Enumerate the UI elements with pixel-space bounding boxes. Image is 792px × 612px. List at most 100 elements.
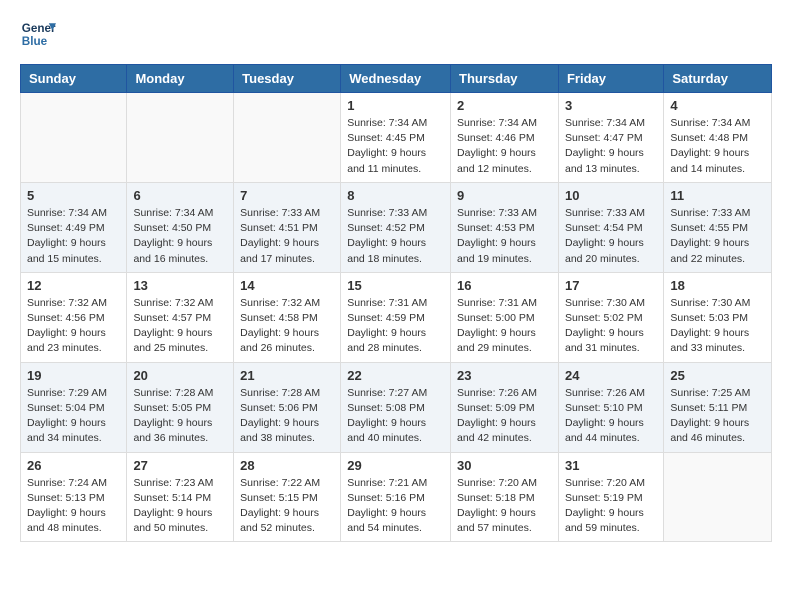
header: General Blue — [20, 16, 772, 52]
day-info: Sunrise: 7:23 AMSunset: 5:14 PMDaylight:… — [133, 476, 227, 537]
day-info: Sunrise: 7:25 AMSunset: 5:11 PMDaylight:… — [670, 386, 765, 447]
day-number: 21 — [240, 368, 334, 383]
calendar-cell: 7Sunrise: 7:33 AMSunset: 4:51 PMDaylight… — [234, 182, 341, 272]
weekday-header-tuesday: Tuesday — [234, 65, 341, 93]
calendar-cell: 3 Sunrise: 7:34 AMSunset: 4:47 PMDaylight… — [558, 93, 663, 183]
day-number: 1 — [347, 98, 444, 113]
day-number: 19 — [27, 368, 120, 383]
weekday-header-saturday: Saturday — [664, 65, 772, 93]
day-info: Sunrise: 7:31 AMSunset: 5:00 PMDaylight:… — [457, 296, 552, 357]
day-number: 3 — [565, 98, 657, 113]
day-number: 4 — [670, 98, 765, 113]
day-info: Sunrise: 7:24 AMSunset: 5:13 PMDaylight:… — [27, 476, 120, 537]
day-info: Sunrise: 7:34 AMSunset: 4:45 PMDaylight:… — [347, 116, 444, 177]
weekday-header-wednesday: Wednesday — [341, 65, 451, 93]
weekday-header-monday: Monday — [127, 65, 234, 93]
day-number: 10 — [565, 188, 657, 203]
calendar-cell: 5Sunrise: 7:34 AMSunset: 4:49 PMDaylight… — [21, 182, 127, 272]
day-number: 6 — [133, 188, 227, 203]
calendar-cell — [234, 93, 341, 183]
day-info: Sunrise: 7:33 AMSunset: 4:55 PMDaylight:… — [670, 206, 765, 267]
calendar-cell — [127, 93, 234, 183]
logo-icon: General Blue — [20, 16, 56, 52]
calendar-cell: 30Sunrise: 7:20 AMSunset: 5:18 PMDayligh… — [451, 452, 559, 542]
week-row-5: 26 Sunrise: 7:24 AMSunset: 5:13 PMDayligh… — [21, 452, 772, 542]
calendar-cell: 22 Sunrise: 7:27 AMSunset: 5:08 PMDayligh… — [341, 362, 451, 452]
week-row-3: 12Sunrise: 7:32 AMSunset: 4:56 PMDayligh… — [21, 272, 772, 362]
logo: General Blue — [20, 16, 60, 52]
day-info: Sunrise: 7:26 AMSunset: 5:09 PMDaylight:… — [457, 386, 552, 447]
day-info: Sunrise: 7:34 AMSunset: 4:47 PMDaylight:… — [565, 116, 657, 177]
day-number: 26 — [27, 458, 120, 473]
day-info: Sunrise: 7:27 AMSunset: 5:08 PMDaylight:… — [347, 386, 444, 447]
day-number: 29 — [347, 458, 444, 473]
calendar-cell: 25 Sunrise: 7:25 AMSunset: 5:11 PMDayligh… — [664, 362, 772, 452]
day-number: 22 — [347, 368, 444, 383]
calendar-cell — [664, 452, 772, 542]
calendar: SundayMondayTuesdayWednesdayThursdayFrid… — [20, 64, 772, 542]
day-info: Sunrise: 7:32 AMSunset: 4:56 PMDaylight:… — [27, 296, 120, 357]
day-info: Sunrise: 7:22 AMSunset: 5:15 PMDaylight:… — [240, 476, 334, 537]
calendar-cell: 12Sunrise: 7:32 AMSunset: 4:56 PMDayligh… — [21, 272, 127, 362]
day-info: Sunrise: 7:33 AMSunset: 4:53 PMDaylight:… — [457, 206, 552, 267]
calendar-cell: 8Sunrise: 7:33 AMSunset: 4:52 PMDaylight… — [341, 182, 451, 272]
svg-text:Blue: Blue — [22, 35, 48, 48]
day-number: 20 — [133, 368, 227, 383]
day-number: 17 — [565, 278, 657, 293]
calendar-cell: 13Sunrise: 7:32 AMSunset: 4:57 PMDayligh… — [127, 272, 234, 362]
day-number: 5 — [27, 188, 120, 203]
weekday-header-friday: Friday — [558, 65, 663, 93]
day-info: Sunrise: 7:28 AMSunset: 5:05 PMDaylight:… — [133, 386, 227, 447]
week-row-4: 19 Sunrise: 7:29 AMSunset: 5:04 PMDayligh… — [21, 362, 772, 452]
page: General Blue SundayMondayTuesdayWednesda… — [0, 0, 792, 558]
calendar-cell: 17 Sunrise: 7:30 AMSunset: 5:02 PMDayligh… — [558, 272, 663, 362]
calendar-cell: 10 Sunrise: 7:33 AMSunset: 4:54 PMDayligh… — [558, 182, 663, 272]
day-number: 25 — [670, 368, 765, 383]
day-number: 18 — [670, 278, 765, 293]
day-info: Sunrise: 7:34 AMSunset: 4:48 PMDaylight:… — [670, 116, 765, 177]
calendar-cell: 20 Sunrise: 7:28 AMSunset: 5:05 PMDayligh… — [127, 362, 234, 452]
calendar-cell: 1 Sunrise: 7:34 AMSunset: 4:45 PMDaylight… — [341, 93, 451, 183]
weekday-header-row: SundayMondayTuesdayWednesdayThursdayFrid… — [21, 65, 772, 93]
calendar-cell: 2 Sunrise: 7:34 AMSunset: 4:46 PMDaylight… — [451, 93, 559, 183]
calendar-cell: 26 Sunrise: 7:24 AMSunset: 5:13 PMDayligh… — [21, 452, 127, 542]
week-row-1: 1 Sunrise: 7:34 AMSunset: 4:45 PMDaylight… — [21, 93, 772, 183]
weekday-header-sunday: Sunday — [21, 65, 127, 93]
calendar-cell: 23 Sunrise: 7:26 AMSunset: 5:09 PMDayligh… — [451, 362, 559, 452]
calendar-cell: 11 Sunrise: 7:33 AMSunset: 4:55 PMDayligh… — [664, 182, 772, 272]
day-number: 27 — [133, 458, 227, 473]
weekday-header-thursday: Thursday — [451, 65, 559, 93]
day-info: Sunrise: 7:28 AMSunset: 5:06 PMDaylight:… — [240, 386, 334, 447]
day-info: Sunrise: 7:21 AMSunset: 5:16 PMDaylight:… — [347, 476, 444, 537]
day-number: 24 — [565, 368, 657, 383]
day-number: 15 — [347, 278, 444, 293]
day-number: 8 — [347, 188, 444, 203]
calendar-cell: 21 Sunrise: 7:28 AMSunset: 5:06 PMDayligh… — [234, 362, 341, 452]
calendar-cell: 18Sunrise: 7:30 AMSunset: 5:03 PMDayligh… — [664, 272, 772, 362]
day-info: Sunrise: 7:20 AMSunset: 5:19 PMDaylight:… — [565, 476, 657, 537]
day-info: Sunrise: 7:32 AMSunset: 4:57 PMDaylight:… — [133, 296, 227, 357]
calendar-cell: 31Sunrise: 7:20 AMSunset: 5:19 PMDayligh… — [558, 452, 663, 542]
calendar-cell: 15 Sunrise: 7:31 AMSunset: 4:59 PMDayligh… — [341, 272, 451, 362]
calendar-cell: 27 Sunrise: 7:23 AMSunset: 5:14 PMDayligh… — [127, 452, 234, 542]
day-number: 16 — [457, 278, 552, 293]
calendar-cell: 19 Sunrise: 7:29 AMSunset: 5:04 PMDayligh… — [21, 362, 127, 452]
day-info: Sunrise: 7:29 AMSunset: 5:04 PMDaylight:… — [27, 386, 120, 447]
day-info: Sunrise: 7:26 AMSunset: 5:10 PMDaylight:… — [565, 386, 657, 447]
day-number: 14 — [240, 278, 334, 293]
day-info: Sunrise: 7:30 AMSunset: 5:02 PMDaylight:… — [565, 296, 657, 357]
calendar-cell — [21, 93, 127, 183]
day-info: Sunrise: 7:31 AMSunset: 4:59 PMDaylight:… — [347, 296, 444, 357]
day-info: Sunrise: 7:20 AMSunset: 5:18 PMDaylight:… — [457, 476, 552, 537]
calendar-cell: 24 Sunrise: 7:26 AMSunset: 5:10 PMDayligh… — [558, 362, 663, 452]
day-info: Sunrise: 7:33 AMSunset: 4:54 PMDaylight:… — [565, 206, 657, 267]
day-number: 7 — [240, 188, 334, 203]
day-info: Sunrise: 7:32 AMSunset: 4:58 PMDaylight:… — [240, 296, 334, 357]
day-number: 23 — [457, 368, 552, 383]
day-number: 2 — [457, 98, 552, 113]
calendar-cell: 4 Sunrise: 7:34 AMSunset: 4:48 PMDaylight… — [664, 93, 772, 183]
day-info: Sunrise: 7:34 AMSunset: 4:46 PMDaylight:… — [457, 116, 552, 177]
calendar-cell: 16 Sunrise: 7:31 AMSunset: 5:00 PMDayligh… — [451, 272, 559, 362]
day-number: 11 — [670, 188, 765, 203]
calendar-cell: 14 Sunrise: 7:32 AMSunset: 4:58 PMDayligh… — [234, 272, 341, 362]
